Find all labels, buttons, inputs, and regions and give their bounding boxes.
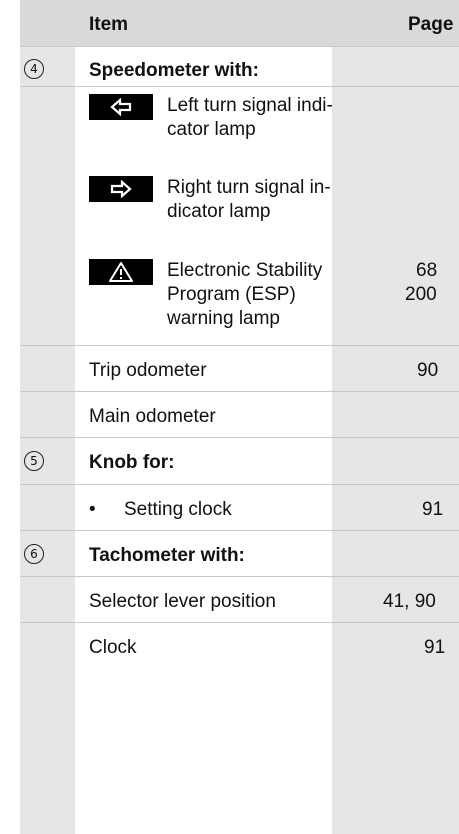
selector-lever-page: 41, 90 [383,591,436,612]
instrument-table: Item Page 4 Speedometer with: Left turn … [20,0,459,834]
bullet: • [89,499,96,520]
esp-text-2: Program (ESP) [167,284,296,305]
header-page: Page [408,14,454,35]
left-turn-text-1: Left turn signal indi- [167,95,333,116]
divider [20,576,459,577]
clock: Clock [89,637,137,658]
clock-page: 91 [424,637,446,658]
setting-clock-page: 91 [422,499,444,520]
warning-triangle-icon [89,259,153,285]
esp-text-3: warning lamp [167,308,280,329]
left-turn-text-2: cator lamp [167,119,256,140]
divider [20,530,459,531]
selector-lever: Selector lever position [89,591,276,612]
esp-page-1: 68 [416,260,438,281]
speedometer-title: Speedometer with: [89,60,259,81]
divider [20,484,459,485]
number-column [20,0,75,834]
divider [20,622,459,623]
esp-page-2: 200 [405,284,437,305]
divider [20,46,459,47]
main-odometer: Main odometer [89,406,216,427]
table-header: Item Page [20,0,459,46]
callout-6: 6 [24,544,44,564]
callout-4: 4 [24,59,44,79]
trip-odometer: Trip odometer [89,360,207,381]
page-column [332,0,459,834]
right-turn-text-1: Right turn signal in- [167,177,331,198]
knob-title: Knob for: [89,452,175,473]
left-turn-arrow-icon [89,94,153,120]
setting-clock: Setting clock [124,499,232,520]
right-turn-arrow-icon [89,176,153,202]
header-item: Item [89,14,129,35]
esp-text-1: Electronic Stability [167,260,323,281]
divider [20,391,459,392]
trip-odometer-page: 90 [417,360,439,381]
tachometer-title: Tachometer with: [89,545,245,566]
divider [20,86,459,87]
divider [20,345,459,346]
right-turn-text-2: dicator lamp [167,201,271,222]
divider [20,437,459,438]
callout-5: 5 [24,451,44,471]
